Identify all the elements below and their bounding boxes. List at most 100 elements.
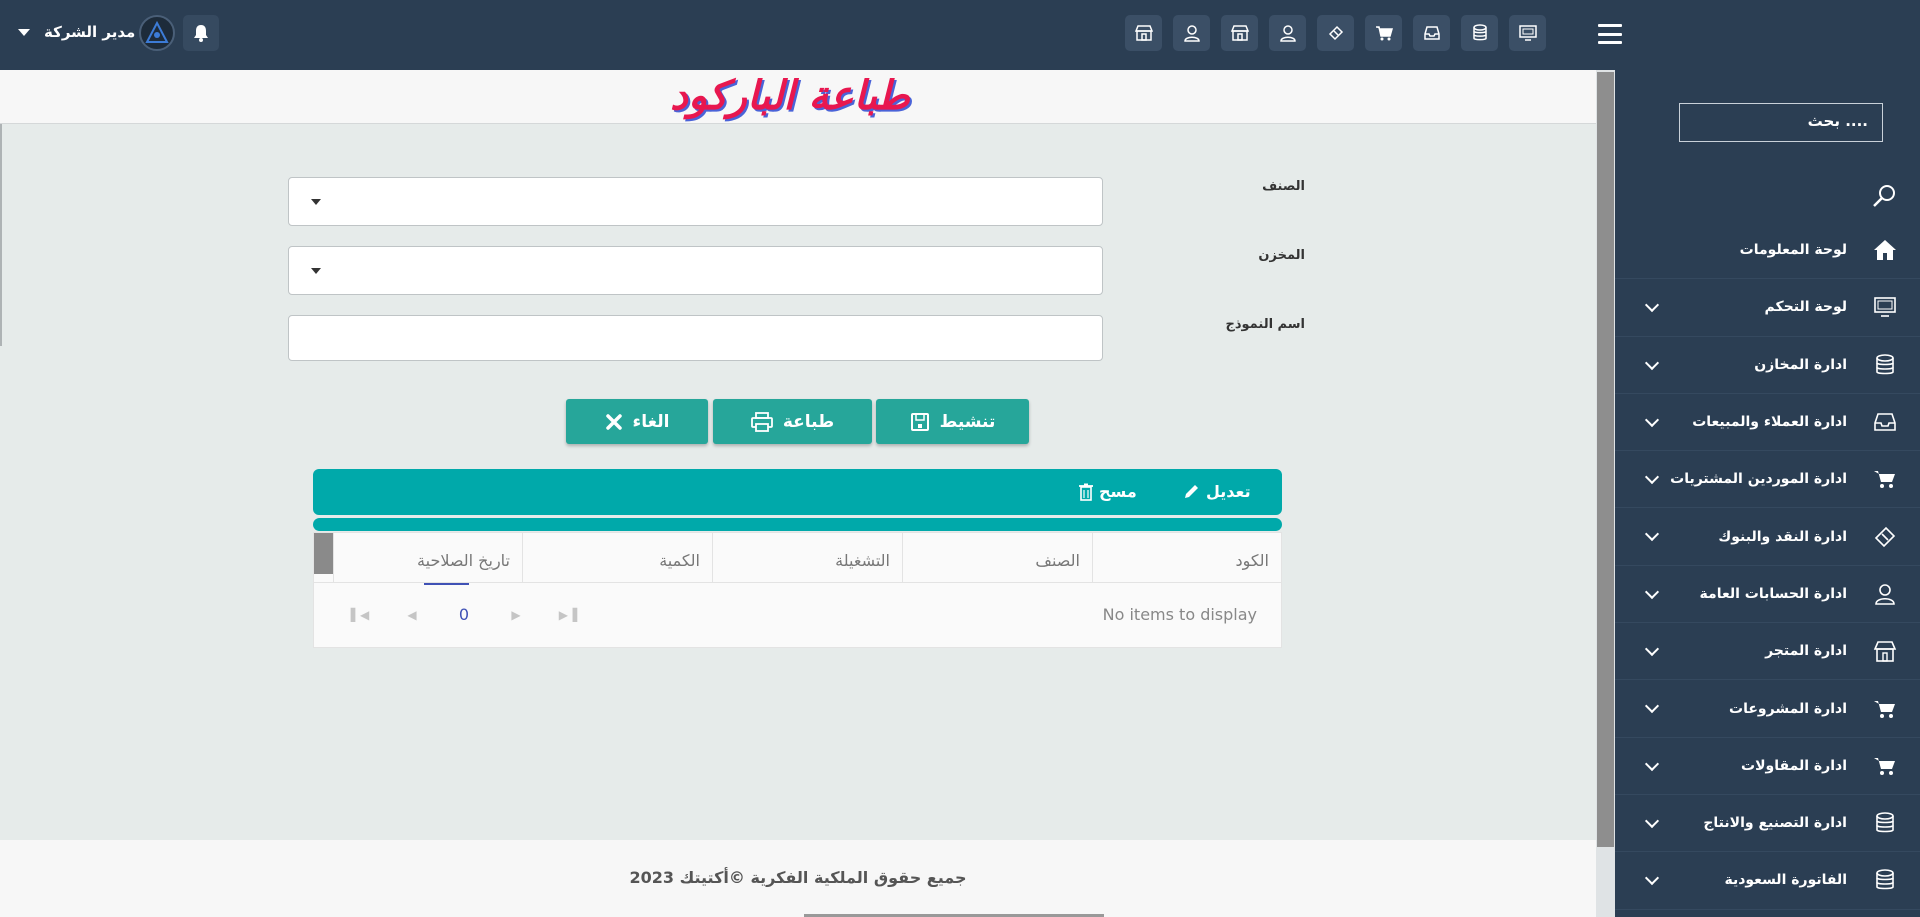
delete-button[interactable]: مسح — [1079, 482, 1137, 501]
sidebar-item-11[interactable]: الفاتورة السعودية — [1615, 852, 1920, 910]
item-select[interactable] — [288, 177, 1103, 226]
store-icon[interactable] — [1221, 15, 1258, 51]
chevron-down-icon — [1644, 699, 1660, 714]
sidebar-item-label: لوحة المعلومات — [1739, 242, 1847, 259]
sort-indicator — [424, 583, 469, 585]
sidebar-item-1[interactable]: لوحة التحكم — [1615, 279, 1920, 337]
sidebar-nav: لوحة المعلومات لوحة التحكم ادارة المخازن اد… — [1615, 222, 1920, 910]
grid-scroll-handle[interactable] — [314, 533, 334, 574]
chevron-down-icon — [1644, 412, 1660, 427]
dropdown-arrow-icon — [311, 199, 321, 205]
sidebar-item-4[interactable]: ادارة الموردين المشتريات — [1615, 451, 1920, 509]
user-icon[interactable] — [1269, 15, 1306, 51]
edit-label: تعديل — [1206, 482, 1251, 501]
sidebar: بحث .... لوحة المعلومات لوحة التحكم ادارة … — [1615, 70, 1920, 917]
chevron-down-icon — [1644, 871, 1660, 886]
store-label: المخزن — [1258, 248, 1305, 263]
user-icon[interactable] — [1173, 15, 1210, 51]
activate-button[interactable]: تنشيط — [876, 399, 1029, 444]
sidebar-item-7[interactable]: ادارة المتجر — [1615, 623, 1920, 681]
items-grid: الكود الصنف التشغيلة الكمية تاريخ الصلاح… — [313, 532, 1282, 648]
pager: ▌◀ ◀ 0 ▶ ▶▐ — [334, 605, 594, 624]
cart-icon[interactable] — [1365, 15, 1402, 51]
copyright-text: جميع حقوق الملكية الفكرية ©أكتيتك 2023 — [629, 868, 967, 887]
page-number[interactable]: 0 — [438, 605, 490, 624]
next-page-icon[interactable]: ▶ — [490, 608, 542, 622]
sidebar-item-10[interactable]: ادارة التصنيع والانتاج — [1615, 795, 1920, 853]
cancel-button[interactable]: الغاء — [566, 399, 708, 444]
ticket-icon[interactable] — [1317, 15, 1354, 51]
page-title: طباعة الباركود — [670, 72, 910, 119]
chevron-down-icon — [1644, 813, 1660, 829]
activate-label: تنشيط — [939, 411, 996, 432]
database-icon — [1873, 353, 1897, 377]
sidebar-item-label: ادارة النقد والبنوك — [1718, 528, 1847, 545]
inbox-icon — [1873, 410, 1897, 434]
column-header-quantity[interactable]: الكمية — [522, 533, 712, 583]
user-menu[interactable]: مدير الشركة — [18, 18, 135, 46]
sidebar-item-9[interactable]: ادارة المقاولات — [1615, 738, 1920, 795]
menu-toggle-icon[interactable] — [1598, 24, 1622, 44]
ticket-icon — [1873, 525, 1897, 549]
sidebar-item-label: ادارة المخازن — [1754, 356, 1847, 373]
store-icon — [1873, 639, 1897, 663]
print-button[interactable]: طباعة — [713, 399, 872, 444]
search-icon[interactable] — [1870, 182, 1898, 210]
sidebar-item-label: الفاتورة السعودية — [1724, 872, 1847, 889]
user-name: مدير الشركة — [44, 23, 136, 41]
database-icon — [1873, 811, 1897, 835]
sidebar-item-6[interactable]: ادارة الحسابات العامة — [1615, 566, 1920, 624]
template-name-input[interactable] — [288, 315, 1103, 361]
sidebar-item-3[interactable]: ادارة العملاء والمبيعات — [1615, 394, 1920, 452]
sidebar-item-label: ادارة المقاولات — [1741, 757, 1847, 774]
prev-page-icon[interactable]: ◀ — [386, 608, 438, 622]
avatar[interactable] — [139, 15, 175, 51]
empty-message: No items to display — [1102, 605, 1257, 624]
cart-icon — [1873, 754, 1897, 778]
sidebar-item-2[interactable]: ادارة المخازن — [1615, 337, 1920, 394]
column-header-item[interactable]: الصنف — [902, 533, 1092, 583]
company-logo-icon — [145, 20, 169, 43]
edit-button[interactable]: تعديل — [1182, 482, 1251, 501]
cancel-label: الغاء — [632, 411, 670, 432]
bell-icon — [194, 25, 208, 42]
grid-toolbar: تعديل مسح — [313, 469, 1282, 515]
inbox-icon[interactable] — [1413, 15, 1450, 51]
column-header-batch[interactable]: التشغيلة — [712, 533, 902, 583]
scrollbar-thumb[interactable] — [1597, 72, 1614, 847]
grid-progress-bar — [313, 518, 1282, 531]
column-header-expiry-date[interactable]: تاريخ الصلاحية — [333, 533, 522, 583]
store-select[interactable] — [288, 246, 1103, 295]
chevron-down-icon — [1644, 355, 1660, 370]
grid-header: الكود الصنف التشغيلة الكمية تاريخ الصلاح… — [314, 533, 1281, 583]
chevron-down-icon — [1644, 527, 1660, 542]
chevron-down-icon — [1644, 756, 1660, 771]
database-icon[interactable] — [1461, 15, 1498, 51]
sidebar-item-label: ادارة التصنيع والانتاج — [1703, 815, 1847, 832]
print-label: طباعة — [782, 411, 835, 432]
home-icon — [1873, 238, 1897, 262]
trash-icon — [1079, 483, 1093, 501]
save-icon — [910, 412, 929, 431]
template-name-label: اسم النموذج — [1225, 317, 1305, 332]
close-icon — [605, 413, 622, 430]
sidebar-item-label: ادارة الموردين المشتريات — [1670, 471, 1847, 488]
printer-icon — [750, 411, 773, 432]
database-icon — [1873, 868, 1897, 892]
first-page-icon[interactable]: ▌◀ — [334, 608, 386, 622]
sidebar-item-5[interactable]: ادارة النقد والبنوك — [1615, 508, 1920, 566]
cart-icon — [1873, 467, 1897, 491]
sidebar-item-0[interactable]: لوحة المعلومات — [1615, 222, 1920, 280]
user-icon — [1873, 582, 1897, 606]
chevron-down-icon — [1644, 470, 1660, 485]
sidebar-search-input[interactable]: بحث .... — [1679, 103, 1883, 142]
last-page-icon[interactable]: ▶▐ — [542, 608, 594, 622]
sidebar-item-label: ادارة الحسابات العامة — [1699, 585, 1847, 602]
sidebar-item-label: ادارة المشروعات — [1729, 700, 1847, 717]
monitor-icon[interactable] — [1509, 15, 1546, 51]
column-header-code[interactable]: الكود — [1092, 533, 1281, 583]
store-icon[interactable] — [1125, 15, 1162, 51]
caret-down-icon — [18, 28, 30, 36]
notifications-button[interactable] — [183, 15, 219, 51]
sidebar-item-8[interactable]: ادارة المشروعات — [1615, 680, 1920, 738]
